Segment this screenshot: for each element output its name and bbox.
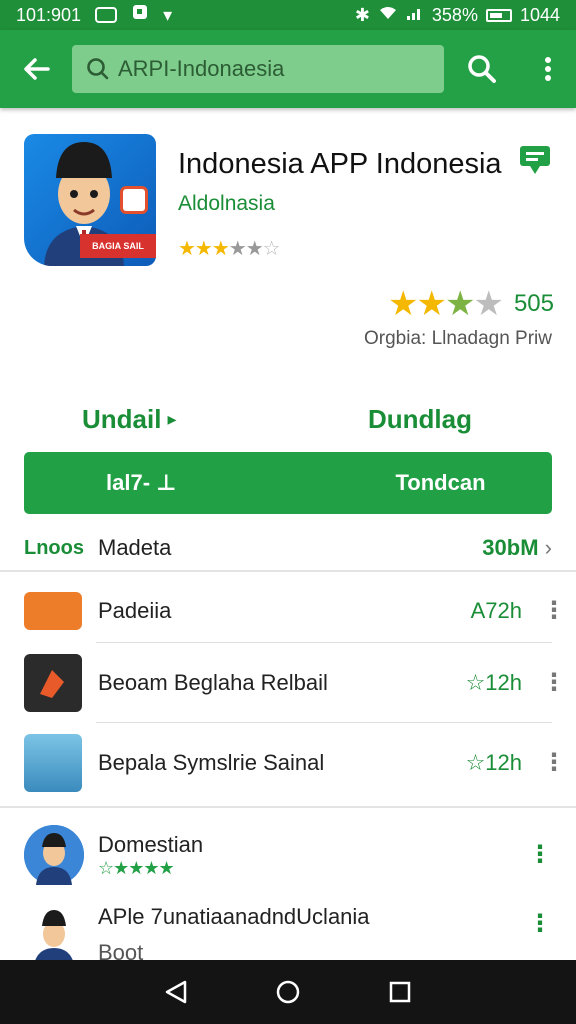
- list-item-size: ☆12h: [465, 670, 522, 695]
- tondcan-button[interactable]: Tondcan: [329, 452, 552, 514]
- undail-label: Undail: [82, 404, 162, 434]
- app-badge-icon: [120, 186, 148, 214]
- app-title: Indonesia APP Indonesia: [178, 148, 502, 180]
- rating-value: 505: [513, 290, 554, 317]
- section-tag: Lnoos: [24, 536, 84, 559]
- wishlist-button[interactable]: [518, 142, 552, 176]
- install-button[interactable]: lal7- ⊥: [24, 452, 329, 514]
- system-nav-bar: [0, 960, 576, 1024]
- person-item[interactable]: Domestian ☆★★★★ ⋮: [0, 822, 576, 888]
- section-divider: [0, 806, 576, 808]
- dropdown-icon: ▾: [163, 4, 173, 25]
- battery-percent: 358%: [431, 4, 478, 25]
- back-triangle-icon: [165, 980, 187, 1004]
- overflow-menu-button[interactable]: [520, 30, 576, 108]
- search-icon: [468, 55, 496, 83]
- avatar: [24, 825, 84, 885]
- recents-square-icon: [389, 981, 411, 1003]
- avatar: [24, 904, 84, 960]
- battery-icon: [485, 8, 512, 22]
- status-bar: 101:901 ▾ ✱ 358% 1044: [0, 0, 576, 30]
- message-icon: [131, 3, 149, 28]
- home-circle-icon: [276, 980, 300, 1004]
- nav-home-button[interactable]: [268, 972, 308, 1012]
- app-thumbnail-icon: [24, 734, 82, 792]
- list-item-title: Beoam Beglaha Relbail: [98, 670, 328, 695]
- list-item[interactable]: Bepala Symslrie Sainal ☆12h ⋮: [0, 734, 576, 792]
- bluetooth-icon: ✱: [354, 4, 370, 25]
- banner-text: BAGIA SAIL: [92, 241, 144, 251]
- person-rating-stars: ☆★★★★: [98, 857, 175, 878]
- app-thumbnail-icon: [24, 654, 82, 712]
- rating-stars: ★★★★: [388, 285, 504, 323]
- rating-subtitle: Orgbia: Llnadagn Priw: [364, 328, 552, 349]
- arrow-right-icon: ▸: [167, 409, 177, 429]
- list-item[interactable]: Beoam Beglaha Relbail ☆12h ⋮: [0, 654, 576, 712]
- search-icon: [87, 58, 109, 80]
- app-bar: ARPI-Indonaesia: [0, 30, 576, 108]
- section-header[interactable]: Lnoos Madeta 30bM ›: [0, 526, 576, 572]
- app-rating-stars-small: ★★★★★☆: [178, 238, 281, 260]
- undail-link[interactable]: Undail ▸: [82, 404, 177, 435]
- app-thumbnail-icon: [24, 592, 82, 630]
- notification-icon: [95, 7, 118, 23]
- list-item[interactable]: Padeiia A72h ⋮: [0, 582, 576, 640]
- app-icon-banner: BAGIA SAIL: [80, 234, 156, 258]
- more-vert-icon[interactable]: ⋮: [542, 751, 566, 775]
- rating-summary: ★★★★ 505: [388, 284, 554, 324]
- section-title: Madeta: [98, 535, 172, 560]
- action-bar: lal7- ⊥ Tondcan: [24, 452, 552, 514]
- app-icon: BAGIA SAIL: [24, 134, 156, 266]
- list-item-size: A72h: [470, 598, 522, 623]
- person-subtitle: Boot: [98, 940, 144, 960]
- wifi-icon: [378, 5, 398, 26]
- dundlag-link[interactable]: Dundlag: [368, 404, 472, 435]
- nav-recents-button[interactable]: [380, 972, 420, 1012]
- person-item[interactable]: APle 7unatiaanadndUclania Boot ⋮: [0, 904, 576, 960]
- list-item-title: Padeiia: [98, 598, 172, 623]
- bookmark-icon: [520, 146, 550, 174]
- divider: [96, 642, 552, 643]
- more-vert-icon[interactable]: ⋮: [528, 843, 552, 867]
- more-vert-icon[interactable]: ⋮: [528, 912, 552, 936]
- more-vert-icon[interactable]: ⋮: [542, 599, 566, 623]
- more-vert-icon[interactable]: ⋮: [542, 671, 566, 695]
- back-button[interactable]: [0, 30, 72, 108]
- signal-icon: [406, 5, 424, 26]
- search-input[interactable]: ARPI-Indonaesia: [72, 45, 444, 93]
- chevron-right-icon: ›: [544, 535, 552, 560]
- app-developer-link[interactable]: Aldolnasia: [178, 192, 275, 216]
- section-more-link[interactable]: 30bM ›: [482, 535, 552, 561]
- person-name: Domestian: [98, 831, 204, 857]
- search-button[interactable]: [444, 30, 520, 108]
- status-time: 101:901: [16, 4, 82, 25]
- status-time-right: 1044: [519, 4, 560, 25]
- list-item-title: Bepala Symslrie Sainal: [98, 750, 325, 775]
- more-vert-icon: [545, 57, 551, 81]
- back-arrow-icon: [24, 58, 50, 80]
- person-name: APle 7unatiaanadndUclania: [98, 904, 370, 929]
- list-item-size: ☆12h: [465, 750, 522, 775]
- nav-back-button[interactable]: [156, 972, 196, 1012]
- section-more-text: 30bM: [482, 535, 539, 560]
- search-query: ARPI-Indonaesia: [118, 56, 285, 81]
- divider: [96, 722, 552, 723]
